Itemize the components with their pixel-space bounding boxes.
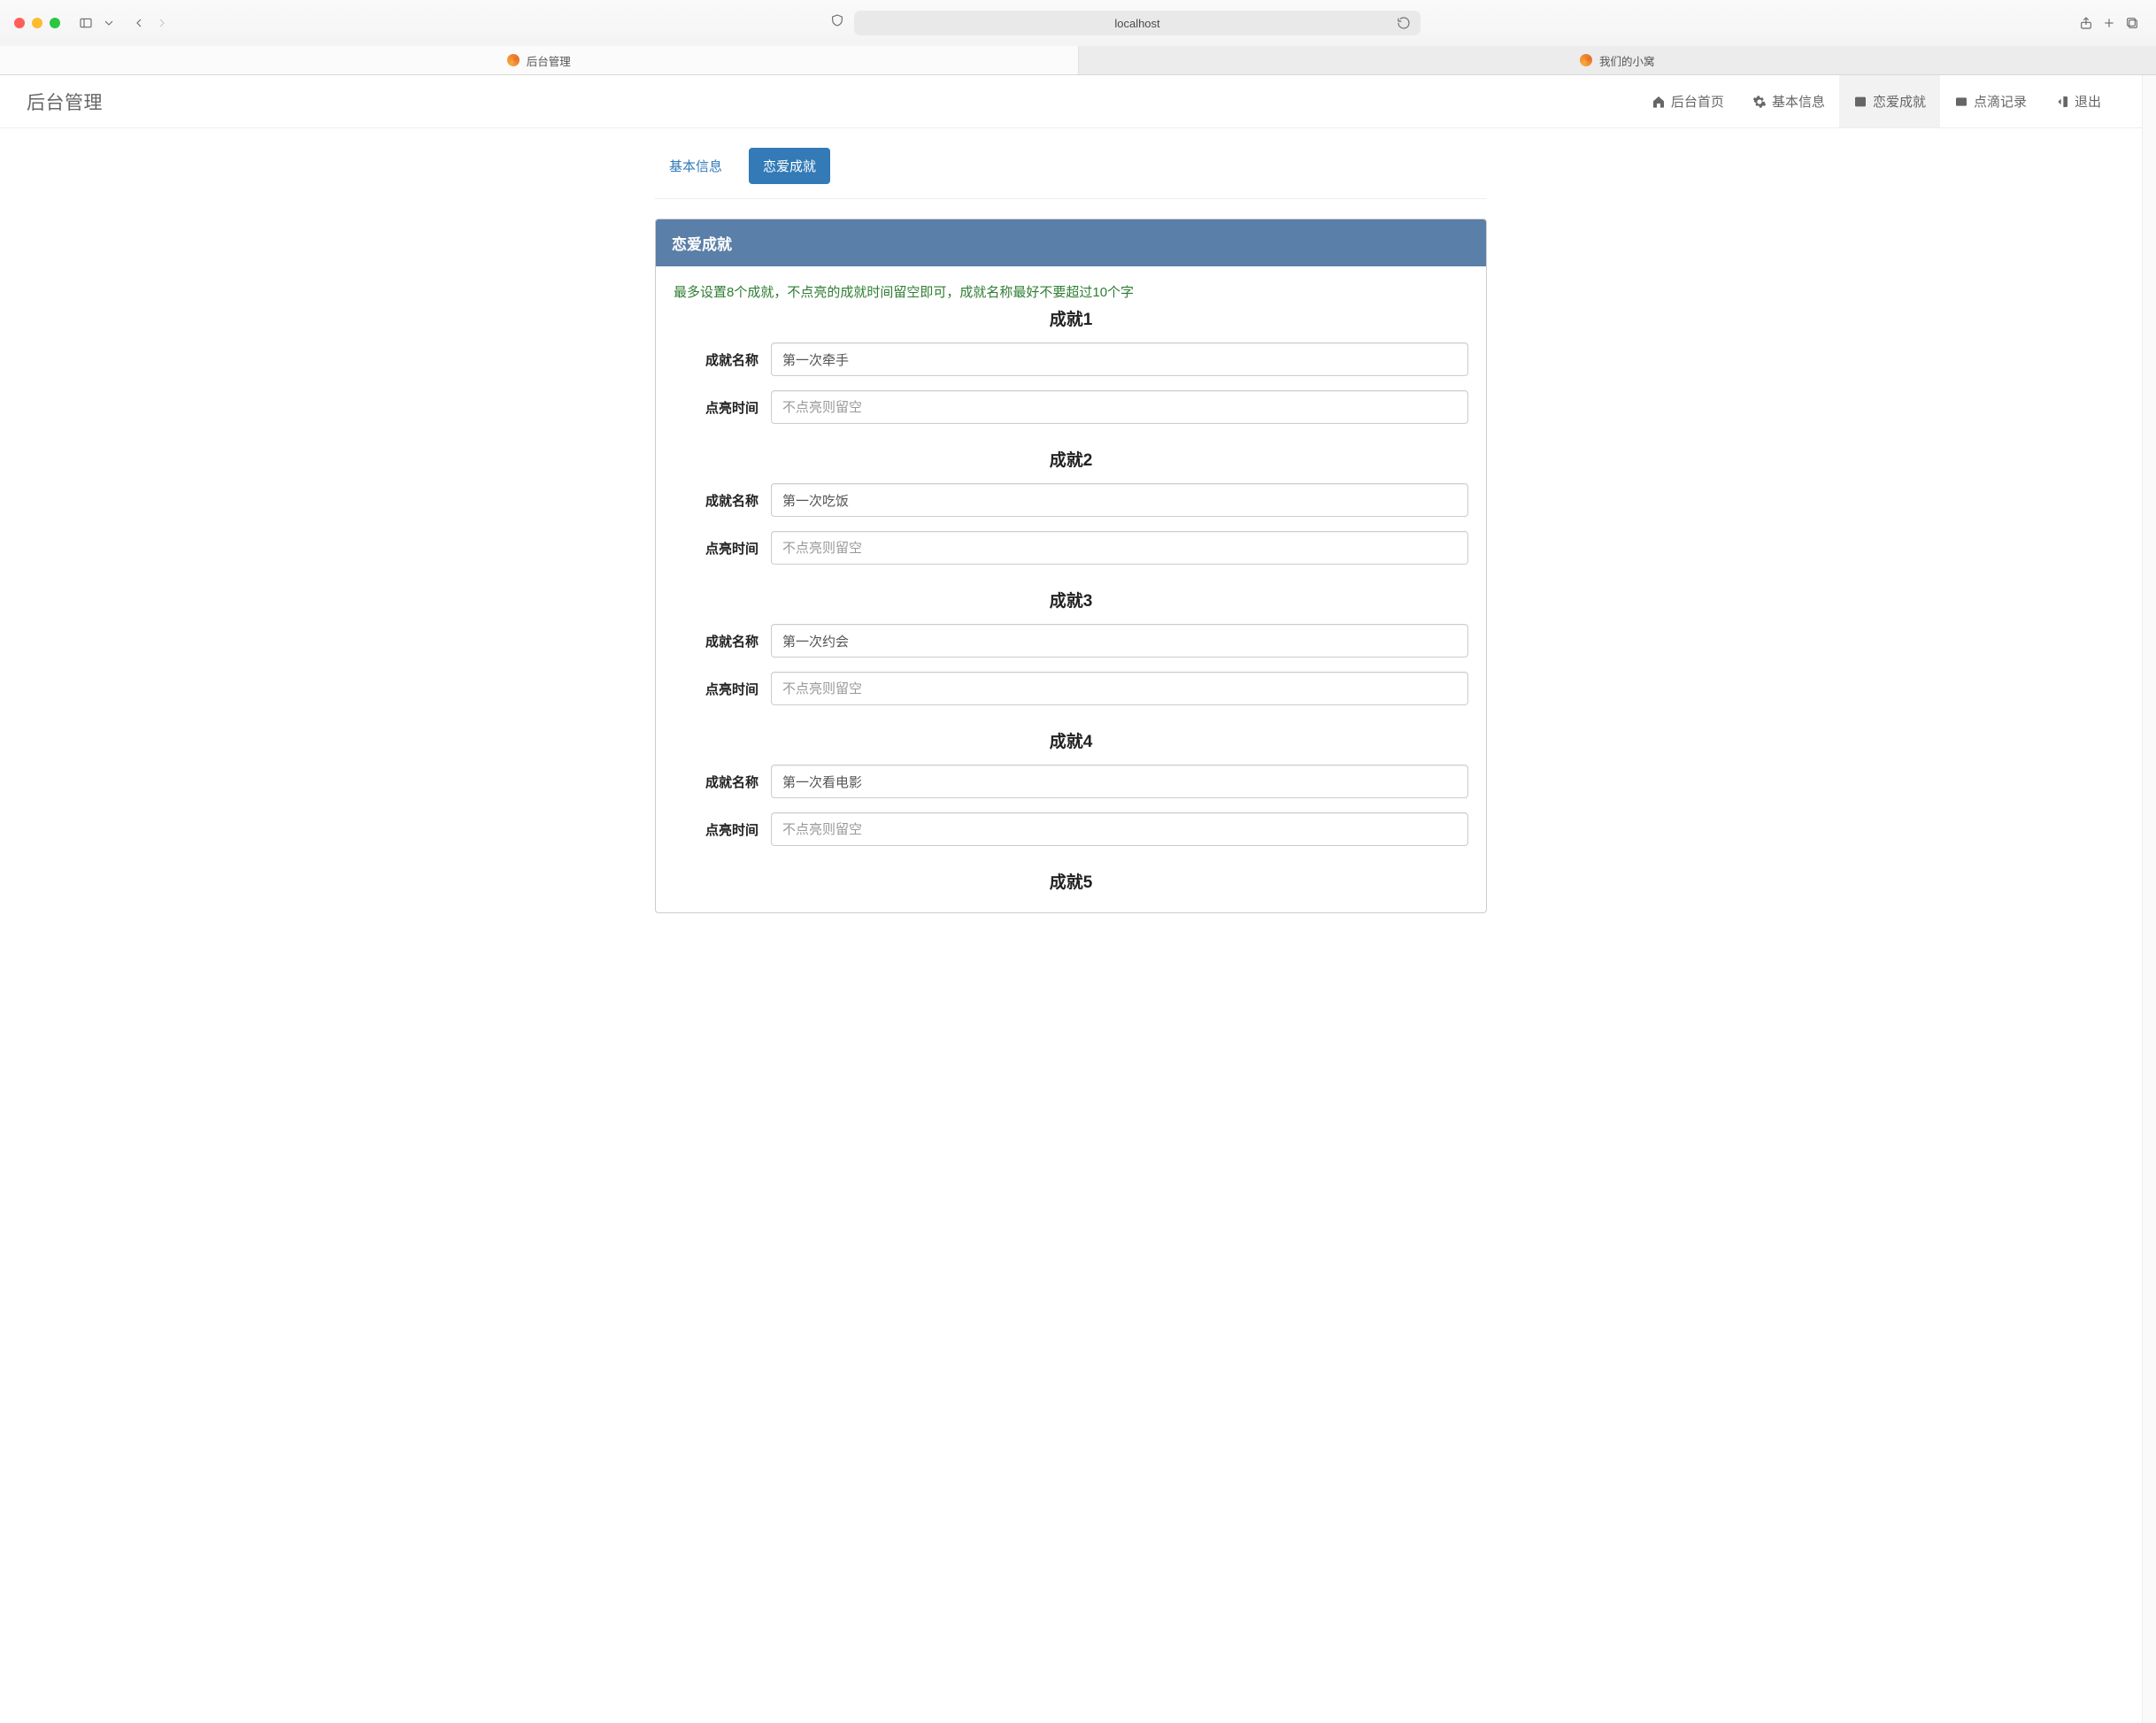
nav-love-achievements[interactable]: 恋爱成就 — [1839, 75, 1940, 127]
sidebar-toggle-icon[interactable] — [76, 13, 96, 33]
subtab-label: 恋爱成就 — [763, 159, 816, 174]
achievement-title: 成就2 — [674, 447, 1468, 471]
window-close-button[interactable] — [14, 18, 25, 28]
panel-hint: 最多设置8个成就，不点亮的成就时间留空即可，成就名称最好不要超过10个字 — [674, 282, 1468, 301]
address-text: localhost — [1114, 17, 1159, 30]
input-achievement-name[interactable] — [771, 765, 1468, 798]
nav-links: 后台首页 基本信息 恋爱成就 点滴记录 退出 — [1637, 75, 2115, 127]
achievement-title: 成就1 — [674, 306, 1468, 330]
nav-moments-log[interactable]: 点滴记录 — [1940, 75, 2041, 127]
input-achievement-name[interactable] — [771, 483, 1468, 517]
image-icon — [1954, 95, 1968, 109]
back-button[interactable] — [129, 13, 149, 33]
browser-tab-admin[interactable]: 后台管理 — [0, 46, 1079, 74]
achievement-title: 成就3 — [674, 588, 1468, 612]
nav-home[interactable]: 后台首页 — [1637, 75, 1738, 127]
label-name: 成就名称 — [674, 350, 771, 369]
list-icon — [1853, 95, 1867, 109]
label-time: 点亮时间 — [674, 680, 771, 698]
app-navbar: 后台管理 后台首页 基本信息 恋爱成就 点滴记录 退出 — [0, 75, 2142, 128]
subtab-bar: 基本信息 恋爱成就 — [655, 148, 1487, 199]
browser-tab-strip: 后台管理 我们的小窝 — [0, 46, 2156, 74]
label-name: 成就名称 — [674, 491, 771, 510]
achievement-block: 成就5 — [674, 869, 1468, 893]
window-controls — [14, 18, 60, 28]
panel-heading: 恋爱成就 — [656, 219, 1486, 266]
logout-icon — [2055, 95, 2069, 109]
input-achievement-name[interactable] — [771, 342, 1468, 376]
label-time: 点亮时间 — [674, 398, 771, 417]
label-time: 点亮时间 — [674, 539, 771, 558]
nav-label: 后台首页 — [1671, 92, 1724, 111]
input-achievement-time[interactable] — [771, 531, 1468, 565]
input-achievement-name[interactable] — [771, 624, 1468, 658]
page-content: 后台管理 后台首页 基本信息 恋爱成就 点滴记录 退出 — [0, 75, 2142, 1723]
input-achievement-time[interactable] — [771, 390, 1468, 424]
label-name: 成就名称 — [674, 773, 771, 791]
achievement-title: 成就4 — [674, 728, 1468, 752]
tab-overview-icon[interactable] — [2122, 13, 2142, 33]
label-name: 成就名称 — [674, 632, 771, 650]
share-icon[interactable] — [2076, 13, 2096, 33]
subtab-basic-info[interactable]: 基本信息 — [655, 148, 736, 184]
achievement-block: 成就2 成就名称 点亮时间 — [674, 447, 1468, 565]
subtab-label: 基本信息 — [669, 159, 722, 174]
browser-tab-label: 我们的小窝 — [1599, 52, 1655, 69]
achievement-title: 成就5 — [674, 869, 1468, 893]
nav-label: 退出 — [2075, 92, 2101, 111]
nav-label: 点滴记录 — [1974, 92, 2027, 111]
nav-label: 基本信息 — [1772, 92, 1825, 111]
address-bar[interactable]: localhost — [854, 11, 1421, 35]
achievement-block: 成就1 成就名称 点亮时间 — [674, 306, 1468, 424]
browser-toolbar: localhost — [0, 0, 2156, 46]
gear-icon — [1752, 95, 1767, 109]
browser-tab-ourhome[interactable]: 我们的小窝 — [1079, 46, 2156, 74]
nav-basic-info[interactable]: 基本信息 — [1738, 75, 1839, 127]
nav-label: 恋爱成就 — [1873, 92, 1926, 111]
achievement-block: 成就4 成就名称 点亮时间 — [674, 728, 1468, 846]
nav-logout[interactable]: 退出 — [2041, 75, 2115, 127]
scrollbar[interactable] — [2142, 75, 2156, 1723]
browser-tab-label: 后台管理 — [527, 52, 571, 69]
subtab-love-achievements[interactable]: 恋爱成就 — [749, 148, 830, 184]
input-achievement-time[interactable] — [771, 812, 1468, 846]
browser-chrome: localhost 后台管理 我们的小窝 — [0, 0, 2156, 75]
chevron-down-icon[interactable] — [99, 13, 119, 33]
favicon-icon — [507, 54, 520, 66]
privacy-shield-icon[interactable] — [828, 11, 847, 30]
new-tab-icon[interactable] — [2099, 13, 2119, 33]
reload-icon[interactable] — [1394, 13, 1413, 33]
forward-button[interactable] — [152, 13, 172, 33]
home-icon — [1652, 95, 1666, 109]
favicon-icon — [1580, 54, 1592, 66]
window-maximize-button[interactable] — [50, 18, 60, 28]
panel-love-achievements: 恋爱成就 最多设置8个成就，不点亮的成就时间留空即可，成就名称最好不要超过10个… — [655, 219, 1487, 913]
app-brand: 后台管理 — [27, 88, 103, 115]
window-minimize-button[interactable] — [32, 18, 42, 28]
input-achievement-time[interactable] — [771, 672, 1468, 705]
achievement-block: 成就3 成就名称 点亮时间 — [674, 588, 1468, 705]
label-time: 点亮时间 — [674, 820, 771, 839]
